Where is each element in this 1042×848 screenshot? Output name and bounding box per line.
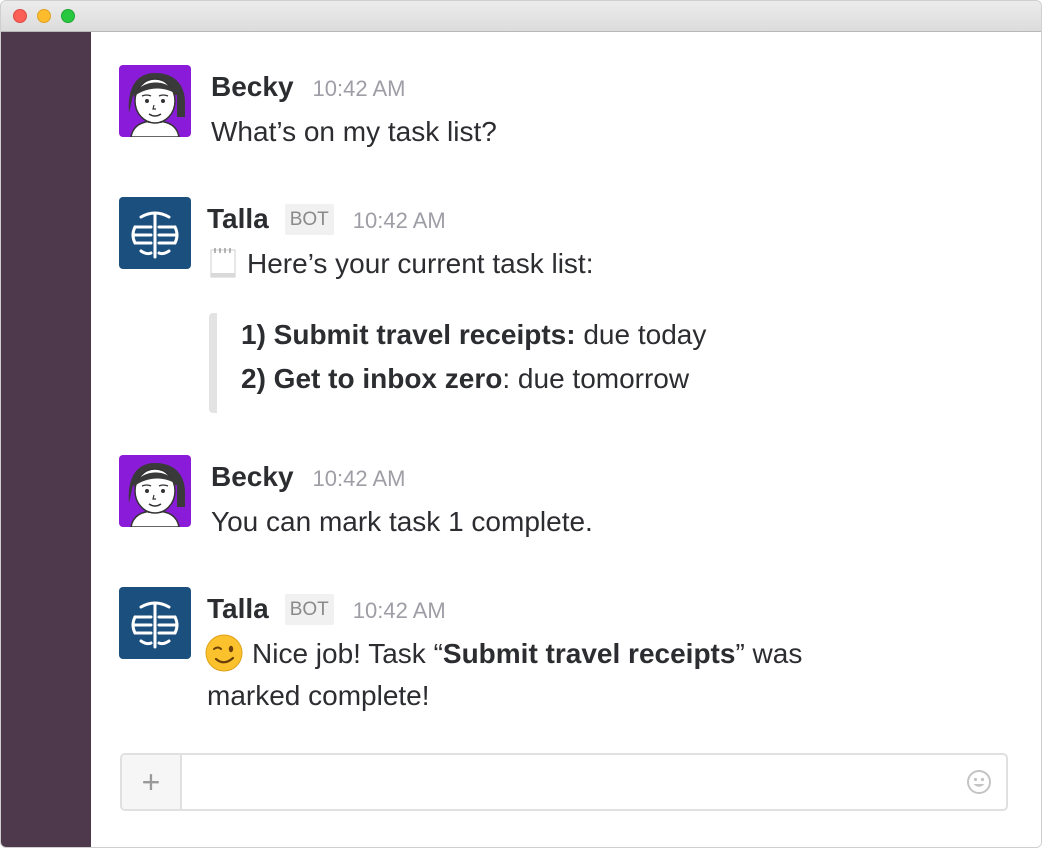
smiley-icon[interactable] [966,769,992,795]
message-text-block: Nice job! Task “Submit travel receipts” … [205,633,802,717]
message-composer: + [120,753,1008,811]
message-text: What’s on my task list? [211,116,497,147]
notepad-emoji-icon [210,248,236,278]
message-timestamp[interactable]: 10:42 AM [353,598,446,624]
message-item: Becky 10:42 AM You can mark task 1 compl… [119,455,1019,545]
message-item: Talla BOT 10:42 AM Here’s your current t… [119,197,1019,427]
message-author[interactable]: Becky [211,461,294,493]
user-avatar-becky[interactable] [119,455,191,527]
message-timestamp[interactable]: 10:42 AM [353,208,446,234]
message-author[interactable]: Talla [207,203,269,235]
message-text-line: Here’s your current task list: [209,243,594,285]
bot-badge: BOT [284,594,334,625]
bot-avatar-talla[interactable] [119,197,191,269]
message-timestamp[interactable]: 10:42 AM [313,76,406,102]
task-title: 2) Get to inbox zero [241,363,503,394]
message-text: marked complete! [207,680,430,711]
message-input[interactable] [184,755,944,809]
message-item: Becky 10:42 AM What’s on my task list? [119,65,1019,155]
task-due: : due tomorrow [502,363,690,394]
message-text: Here’s your current task list: [247,248,594,279]
message-pane: Becky 10:42 AM What’s on my task list? T… [91,32,1041,847]
message-author[interactable]: Becky [211,71,294,103]
message-text: You can mark task 1 complete. [211,506,593,537]
task-title: 1) Submit travel receipts: [241,319,576,350]
close-window-button[interactable] [13,9,27,23]
title-bar [1,1,1041,32]
message-text: Nice job! Task “ [252,638,443,669]
user-avatar-becky[interactable] [119,65,191,137]
task-due: due today [575,319,707,350]
bot-badge: BOT [284,204,334,235]
winking-face-emoji-icon [205,634,243,672]
message-timestamp[interactable]: 10:42 AM [313,466,406,492]
sidebar [1,32,91,847]
task-item: 1) Submit travel receipts: due today [241,313,809,357]
minimize-window-button[interactable] [37,9,51,23]
message-author[interactable]: Talla [207,593,269,625]
task-list-attachment: 1) Submit travel receipts: due today 2) … [209,313,809,413]
message-text: ” was [735,638,803,669]
maximize-window-button[interactable] [61,9,75,23]
message-text-bold: Submit travel receipts [442,638,736,669]
add-attachment-button[interactable]: + [122,755,182,809]
message-item: Talla BOT 10:42 AM Nice job! Task “Submi… [119,587,1019,727]
app-window: Becky 10:42 AM What’s on my task list? T… [0,0,1042,848]
message-text-line: Nice job! Task “Submit travel receipts” … [205,633,802,675]
task-item: 2) Get to inbox zero: due tomorrow [241,357,809,401]
bot-avatar-talla[interactable] [119,587,191,659]
